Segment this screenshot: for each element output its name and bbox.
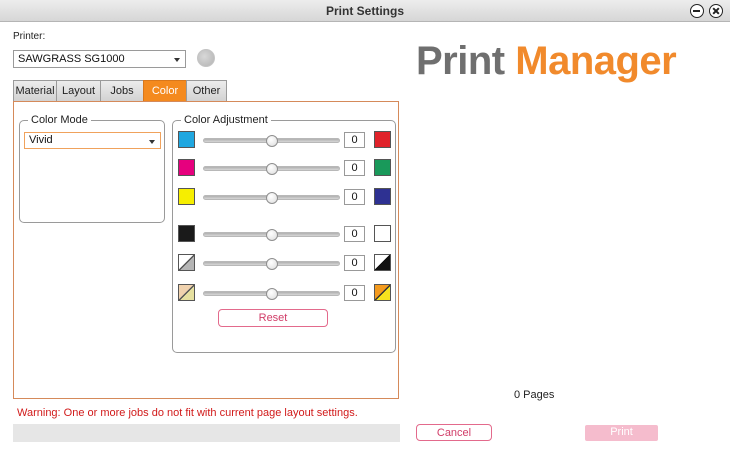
magenta-swatch-icon [178,159,195,176]
layout-warning: Warning: One or more jobs do not fit wit… [17,407,358,419]
cyan-swatch-icon [178,131,195,148]
tab-color[interactable]: Color [143,80,187,101]
adjustment-row-black-white: 0 [173,225,397,245]
black-white-value[interactable]: 0 [344,226,365,242]
yellow-blue-slider[interactable] [203,192,340,204]
contrast-slider[interactable] [203,258,340,270]
color-mode-legend: Color Mode [28,114,91,126]
color-adjustment-group: Color Adjustment 0 0 0 0 0 0 Reset [172,114,397,353]
slider-thumb[interactable] [265,163,278,175]
logo-word-manager: Manager [515,39,677,83]
print-manager-logo: Print Manager [416,39,677,84]
tab-layout[interactable]: Layout [56,80,101,101]
chevron-down-icon [174,58,180,62]
blue-swatch-icon [374,188,391,205]
color-mode-group: Color Mode Vivid [19,114,165,223]
close-icon[interactable] [709,4,723,18]
saturation-slider[interactable] [203,288,340,300]
reset-button[interactable]: Reset [218,309,328,327]
settings-tabs: Material Layout Jobs Color Other [13,80,227,101]
contrast-black-swatch-icon [374,254,391,271]
saturation-value[interactable]: 0 [344,285,365,301]
chevron-down-icon [149,140,155,144]
print-button[interactable]: Print [585,425,658,441]
color-mode-value: Vivid [29,134,53,146]
green-swatch-icon [374,159,391,176]
color-tab-panel: Color Mode Vivid Color Adjustment 0 0 0 [13,101,399,399]
adjustment-row-yellow-blue: 0 [173,188,397,208]
slider-thumb[interactable] [265,288,278,300]
magenta-green-slider[interactable] [203,163,340,175]
minimize-icon[interactable] [690,4,704,18]
printer-status-indicator [197,49,215,67]
printer-select[interactable]: SAWGRASS SG1000 [13,50,186,68]
contrast-gray-swatch-icon [178,254,195,271]
cyan-red-slider[interactable] [203,135,340,147]
yellow-blue-value[interactable]: 0 [344,189,365,205]
cyan-red-value[interactable]: 0 [344,132,365,148]
page-count: 0 Pages [514,389,555,401]
tab-material[interactable]: Material [13,80,57,101]
slider-thumb[interactable] [265,258,278,270]
cancel-button[interactable]: Cancel [416,424,492,441]
white-swatch-icon [374,225,391,242]
slider-thumb[interactable] [265,192,278,204]
black-swatch-icon [178,225,195,242]
logo-word-print: Print [416,39,505,83]
color-adjustment-legend: Color Adjustment [181,114,271,126]
adjustment-row-contrast: 0 [173,254,397,274]
color-mode-select[interactable]: Vivid [24,132,161,149]
saturation-tan-swatch-icon [178,284,195,301]
printer-label: Printer: [13,31,46,42]
printer-select-value: SAWGRASS SG1000 [18,53,125,65]
adjustment-row-magenta-green: 0 [173,159,397,179]
title-bar: Print Settings [0,0,730,22]
saturation-orange-swatch-icon [374,284,391,301]
adjustment-row-cyan-red: 0 [173,131,397,151]
adjustment-row-saturation: 0 [173,284,397,304]
yellow-swatch-icon [178,188,195,205]
tab-other[interactable]: Other [186,80,227,101]
red-swatch-icon [374,131,391,148]
magenta-green-value[interactable]: 0 [344,160,365,176]
slider-thumb[interactable] [265,229,278,241]
progress-bar [13,424,400,442]
slider-thumb[interactable] [265,135,278,147]
tab-jobs[interactable]: Jobs [100,80,144,101]
black-white-slider[interactable] [203,229,340,241]
window-title: Print Settings [325,4,404,18]
contrast-value[interactable]: 0 [344,255,365,271]
